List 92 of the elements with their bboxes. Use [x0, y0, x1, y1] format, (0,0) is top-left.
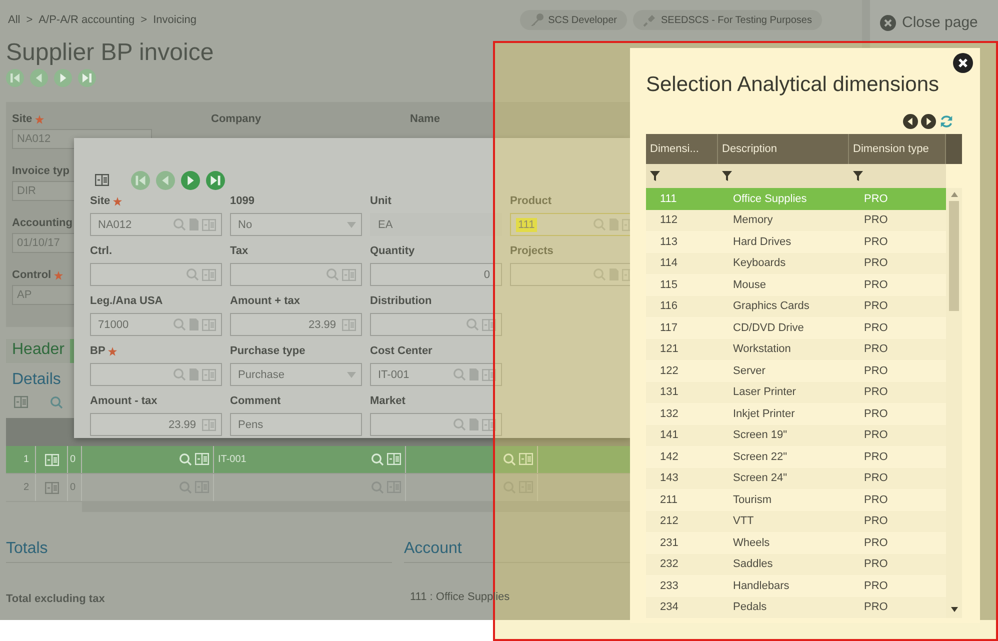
table-cell-text: PRO: [863, 234, 889, 250]
table-cell-text: Laser Printer: [732, 385, 797, 400]
table-cell-text: Mouse: [732, 278, 768, 293]
page-title: Supplier BP invoice: [6, 40, 215, 66]
table-cell-text: PRO: [863, 450, 889, 465]
field-label: Leg./Ana USA: [90, 295, 163, 307]
row-number: 1: [6, 446, 36, 473]
field-label: Purchase type: [230, 345, 306, 357]
table-cell-text: PRO: [863, 536, 889, 551]
table-cell-text: Screen 24": [732, 471, 788, 486]
table-cell-text: 142: [659, 450, 680, 465]
table-cell-text: 233: [659, 578, 680, 594]
table-cell-text: Memory: [732, 213, 774, 228]
table-cell-text: PRO: [863, 299, 889, 314]
field-label: Control: [12, 269, 52, 281]
table-cell-text: Screen 22": [732, 450, 788, 465]
table-cell-text: PRO: [863, 557, 889, 572]
table-cell-text: PRO: [863, 256, 889, 272]
field-label: Quantity: [370, 245, 415, 257]
table-cell-text: PRO: [863, 514, 889, 530]
table-cell-text: Saddles: [732, 557, 774, 572]
table-cell-text: PRO: [863, 492, 889, 508]
table-cell-text: 115: [659, 278, 679, 293]
field-label: Comment: [230, 395, 281, 407]
table-cell-text: PRO: [863, 406, 889, 422]
field-label: Ctrl.: [90, 245, 112, 257]
field-label: BP: [90, 345, 106, 357]
field-label: Projects: [510, 245, 554, 257]
table-cell-text: PRO: [863, 385, 889, 400]
table-cell: IT-001: [218, 454, 246, 465]
table-cell-text: Office Supplies: [732, 192, 808, 207]
table-cell-text: PRO: [863, 342, 889, 358]
table-cell-text: 112: [659, 213, 679, 228]
table-cell-text: 141: [659, 428, 680, 444]
table-cell-text: 234: [659, 600, 680, 616]
table-cell-text: PRO: [863, 213, 889, 228]
field-label: Total excluding tax: [6, 593, 106, 605]
table-cell-text: Graphics Cards: [732, 299, 810, 314]
table-cell-text: PRO: [863, 600, 889, 616]
table-cell-text: 132: [659, 406, 680, 422]
table-cell-text: VTT: [732, 514, 755, 530]
table-cell-text: 117: [659, 320, 679, 336]
section-title: Account: [404, 540, 462, 557]
field-label: 1099: [230, 195, 254, 207]
table-cell-text: Inkjet Printer: [732, 406, 796, 422]
field-label: Tax: [230, 245, 248, 257]
table-cell: 0: [70, 454, 76, 465]
field-label: Site: [12, 113, 32, 125]
breadcrumb-separator: >: [26, 14, 33, 26]
table-cell-text: 212: [659, 514, 680, 530]
table-cell-text: PRO: [863, 320, 889, 336]
field-label: Market: [370, 395, 406, 407]
field-label: Amount - tax: [90, 395, 158, 407]
table-cell-text: 114: [659, 256, 679, 272]
table-cell-text: Pedals: [732, 600, 768, 616]
field-label: Accounting: [12, 217, 72, 229]
field-label: Name: [410, 113, 440, 125]
table-cell-text: Handlebars: [732, 578, 790, 594]
table-cell-text: 111: [659, 192, 678, 207]
table-cell-text: PRO: [863, 471, 889, 486]
table-cell-text: 143: [659, 471, 680, 486]
table-cell-text: 116: [659, 299, 679, 314]
table-cell-text: 121: [659, 342, 680, 358]
table-cell-text: PRO: [863, 428, 889, 444]
section-title: Details: [12, 371, 61, 388]
table-cell-text: PRO: [863, 364, 889, 379]
table-cell-text: 131: [659, 385, 680, 400]
table-cell-text: PRO: [863, 278, 889, 293]
field-label: Product: [510, 195, 552, 207]
popup-title: Selection Analytical dimensions: [646, 72, 939, 98]
table-cell-text: 113: [659, 234, 679, 250]
field-label: Unit: [370, 195, 392, 207]
field-label: Site: [90, 195, 110, 207]
table-cell-text: 231: [659, 536, 680, 551]
section-title: Totals: [6, 540, 48, 557]
table-cell-text: Hard Drives: [732, 234, 792, 250]
table-cell-text: PRO: [863, 578, 889, 594]
table-cell-text: CD/DVD Drive: [732, 320, 805, 336]
table-cell-text: Workstation: [732, 342, 792, 358]
table-cell-text: PRO: [863, 192, 889, 207]
breadcrumb-separator: >: [140, 14, 148, 26]
field-label: Cost Center: [370, 345, 432, 357]
table-cell-text: Wheels: [732, 536, 771, 551]
field-label: Distribution: [370, 295, 432, 307]
field-label: Invoice typ: [12, 165, 70, 177]
table-cell-text: Screen 19": [732, 428, 788, 444]
table-cell-text: 122: [659, 364, 680, 379]
field-label: Company: [211, 113, 262, 125]
table-cell-text: Server: [732, 364, 766, 379]
table-cell-text: Keyboards: [732, 256, 787, 272]
field-label: Amount + tax: [230, 295, 300, 307]
table-cell-text: 232: [659, 557, 680, 572]
